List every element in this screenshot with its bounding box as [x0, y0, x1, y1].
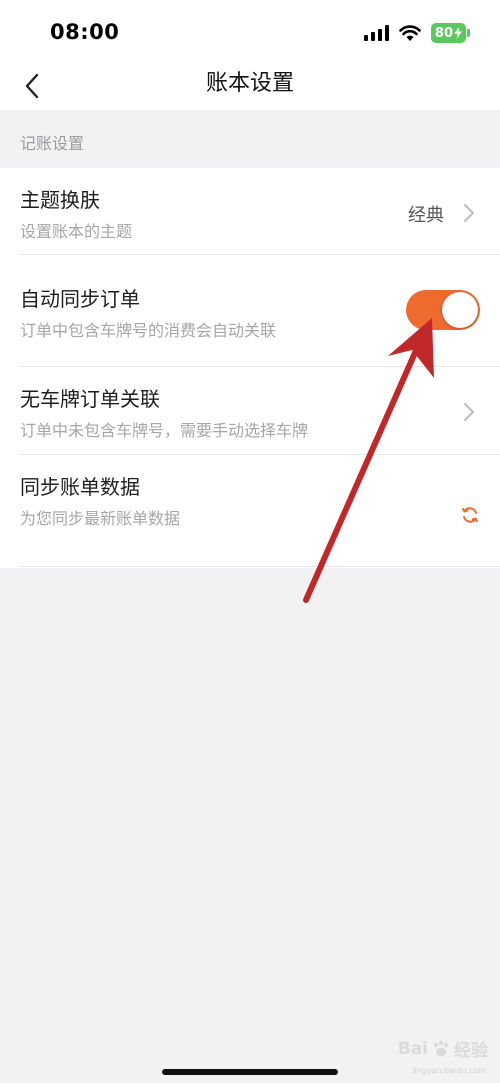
setting-subtitle-auto-sync: 订单中包含车牌号的消费会自动关联 — [20, 321, 277, 340]
chevron-right-icon — [464, 204, 474, 222]
watermark-suffix: 经验 — [454, 1041, 488, 1061]
page-title: 账本设置 — [205, 71, 294, 96]
setting-row-no-plate[interactable]: 无车牌订单关联 订单中未包含车牌号，需要手动选择车牌 — [0, 367, 500, 455]
setting-title-theme: 主题换肤 — [20, 188, 100, 212]
setting-row-sync-bills[interactable]: 同步账单数据 为您同步最新账单数据 — [0, 455, 500, 567]
settings-list: 主题换肤 设置账本的主题 经典 自动同步订单 订单中包含车牌号的消费会自动关联 … — [0, 168, 500, 568]
refresh-icon[interactable] — [460, 505, 480, 525]
setting-subtitle-no-plate: 订单中未包含车牌号，需要手动选择车牌 — [20, 421, 309, 440]
section-header-label: 记账设置 — [20, 134, 85, 153]
watermark-url: jingyan.baidu.com — [412, 1066, 486, 1075]
setting-title-sync-bills: 同步账单数据 — [20, 475, 140, 499]
section-header: 记账设置 — [0, 110, 500, 168]
setting-subtitle-sync-bills: 为您同步最新账单数据 — [20, 509, 181, 528]
status-bar: 08:00 80 — [0, 0, 500, 64]
charging-bolt-icon — [454, 27, 462, 39]
status-icons: 80 — [363, 22, 471, 44]
setting-title-no-plate: 无车牌订单关联 — [20, 387, 160, 411]
toggle-knob — [442, 292, 478, 328]
setting-row-theme[interactable]: 主题换肤 设置账本的主题 经典 — [0, 168, 500, 255]
divider — [20, 566, 500, 567]
paw-logo-icon — [433, 1040, 449, 1056]
chevron-right-icon — [464, 403, 474, 421]
battery-level: 80 — [434, 25, 453, 41]
setting-value-theme: 经典 — [408, 205, 444, 226]
battery-icon: 80 — [430, 23, 471, 43]
signal-icon — [363, 25, 389, 41]
status-time: 08:00 — [50, 20, 120, 44]
setting-title-auto-sync: 自动同步订单 — [20, 287, 140, 311]
watermark: Bai 经验 — [397, 1036, 488, 1062]
watermark-brand: Bai — [397, 1038, 428, 1059]
auto-sync-toggle[interactable] — [406, 290, 480, 330]
setting-subtitle-theme: 设置账本的主题 — [20, 222, 133, 241]
home-indicator — [162, 1069, 338, 1075]
wifi-icon — [399, 25, 421, 41]
setting-row-auto-sync: 自动同步订单 订单中包含车牌号的消费会自动关联 — [0, 255, 500, 367]
nav-bar: 账本设置 — [0, 64, 500, 110]
